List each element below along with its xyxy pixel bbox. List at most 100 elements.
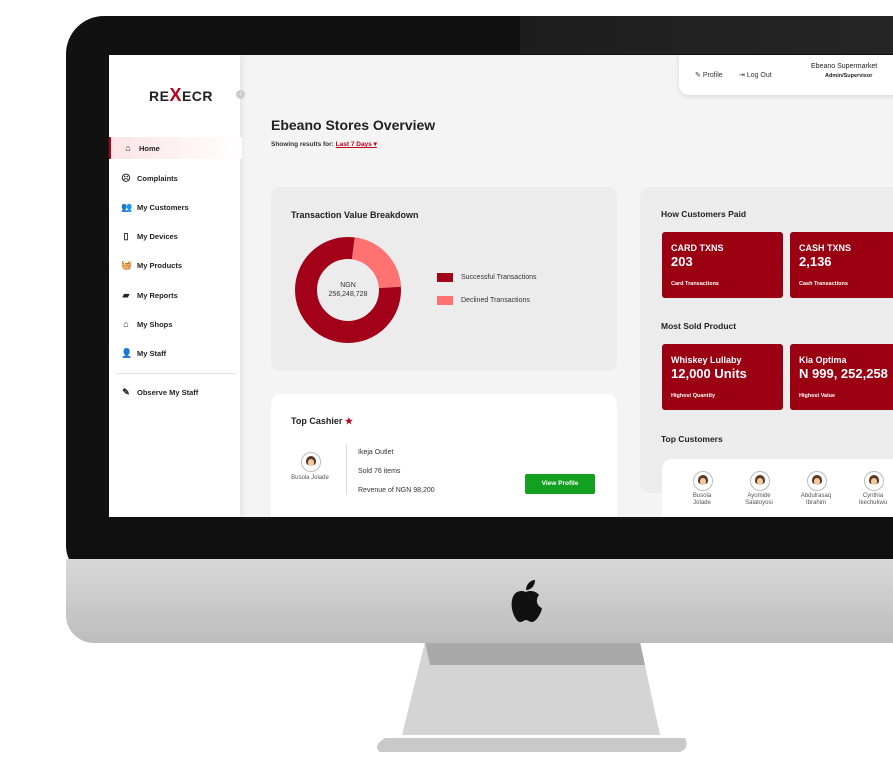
top-cashier-card: Top Cashier ★ Busola Jolade Ikeja Outlet… <box>271 394 617 517</box>
tile-value: 12,000 Units <box>671 366 747 381</box>
avatar <box>807 471 827 491</box>
legend-swatch <box>437 273 453 282</box>
cashier-revenue: Revenue of NGN 98,200 <box>358 487 435 494</box>
donut-center-value: 256,248,728 <box>329 291 368 298</box>
store-name: Ebeano Supermarket <box>811 63 878 70</box>
payments-card: How Customers Paid CARD TXNS 203 Card Tran… <box>640 187 893 493</box>
cashier-outlet: Ikeja Outlet <box>358 449 394 456</box>
sidebar-item-devices[interactable]: ▯ My Devices <box>109 225 240 247</box>
sidebar-item-products[interactable]: 🧺 My Products <box>109 254 240 276</box>
logout-icon: ⇥ <box>739 72 747 79</box>
customer-first-name: Busola <box>692 493 712 499</box>
customer-name: Ayomide Salatoyosi <box>734 493 784 507</box>
reports-icon: ▰ <box>122 289 130 300</box>
user-role: Admin/Supervisor <box>825 73 873 79</box>
sidebar-item-label: My Products <box>137 260 183 270</box>
tile-label: Whiskey Lullaby <box>671 355 742 365</box>
tile-label: Kia Optima <box>799 355 847 365</box>
legend-declined: Declined Transactions <box>437 296 530 305</box>
observe-icon: ✎ <box>122 386 130 397</box>
complaints-icon: ☹ <box>121 172 131 183</box>
sidebar-item-label: My Devices <box>137 231 178 241</box>
card-title: Top Cashier ★ <box>291 416 353 427</box>
legend-label: Declined Transactions <box>461 297 530 304</box>
sidebar-item-shops[interactable]: ⌂ My Shops <box>109 313 240 335</box>
customer-first-name: Cynthia <box>862 493 884 499</box>
donut-chart: NGN 256,248,728 <box>295 237 401 343</box>
legend-label: Successful Transactions <box>461 274 537 281</box>
sidebar-item-observe-staff[interactable]: ✎ Observe My Staff <box>109 381 240 403</box>
divider <box>346 444 347 494</box>
legend-successful: Successful Transactions <box>437 273 536 282</box>
logout-label: Log Out <box>746 72 772 79</box>
profile-label: Profile <box>702 72 723 79</box>
tile-label: CARD TXNS <box>671 243 724 253</box>
profile-link[interactable]: ✎ Profile <box>695 71 723 79</box>
avatar <box>301 452 321 472</box>
sidebar-item-label: Complaints <box>137 173 178 183</box>
tile-caption: Highest Quantity <box>671 393 716 399</box>
sidebar-item-home[interactable]: ⌂ Home <box>109 137 242 159</box>
cashier-items-sold: Sold 76 items <box>358 468 401 475</box>
customers-icon: 👥 <box>121 201 133 212</box>
tile-value: 203 <box>671 254 693 269</box>
tile-label: CASH TXNS <box>799 243 852 253</box>
bezel-reflection <box>520 16 893 54</box>
avatar <box>750 471 770 491</box>
sidebar-item-label: Home <box>139 143 160 153</box>
customer-last-name: Ikechukwu <box>858 500 888 506</box>
how-paid-title: How Customers Paid <box>661 209 747 219</box>
pencil-icon: ✎ <box>695 72 703 79</box>
sidebar-item-staff[interactable]: 👤 My Staff <box>109 342 240 364</box>
sidebar-item-complaints[interactable]: ☹ Complaints <box>109 167 240 189</box>
tile-caption: Highest Value <box>799 393 836 399</box>
card-title: Transaction Value Breakdown <box>291 210 419 220</box>
sidebar-item-label: Observe My Staff <box>137 387 199 397</box>
top-customers-list: Busola Jolade Ayomide Salatoyosi Abdulrasa… <box>662 459 893 517</box>
top-customers-title: Top Customers <box>661 434 723 444</box>
star-icon: ★ <box>344 416 353 426</box>
view-profile-button[interactable]: View Profile <box>525 474 595 494</box>
apple-logo-icon <box>511 580 542 622</box>
customer-name: Cynthia Ikechukwu <box>848 493 893 507</box>
donut-center-currency: NGN <box>340 282 356 289</box>
app-logo: REXECR <box>149 85 214 105</box>
cashier-name: Busola Jolade <box>291 475 329 481</box>
sidebar-divider <box>117 373 235 374</box>
tile-value: 2,136 <box>799 254 832 269</box>
staff-icon: 👤 <box>121 347 133 358</box>
customer-last-name: Salatoyosi <box>745 500 773 506</box>
highest-value-tile: Kia Optima N 999, 252,258 Highest Value <box>790 344 893 410</box>
customer-name: Abdulrasaq Ibrahim <box>791 493 841 507</box>
highest-quantity-tile: Whiskey Lullaby 12,000 Units Highest Quant… <box>662 344 783 410</box>
page-title: Ebeano Stores Overview <box>271 117 436 133</box>
sidebar-item-reports[interactable]: ▰ My Reports <box>109 284 240 306</box>
customer-last-name: Ibrahim <box>805 500 826 506</box>
date-range-dropdown[interactable]: Last 7 Days ▾ <box>336 141 377 148</box>
sidebar-item-label: My Reports <box>137 290 178 300</box>
avatar <box>864 471 884 491</box>
sidebar-item-label: My Shops <box>137 319 173 329</box>
customer-first-name: Ayomide <box>747 493 771 499</box>
avatar <box>693 471 713 491</box>
sidebar-item-label: My Staff <box>137 348 167 358</box>
tile-value: N 999, 252,258 <box>799 366 888 381</box>
shops-icon: ⌂ <box>123 319 129 329</box>
sidebar-item-label: My Customers <box>137 202 189 212</box>
app-screen: REXECR ⌂ Home ☹ Complaints 👥 My Customers ▯… <box>109 55 893 517</box>
tile-caption: Card Transactions <box>671 281 719 287</box>
sidebar-item-customers[interactable]: 👥 My Customers <box>109 196 240 218</box>
devices-icon: ▯ <box>123 230 129 241</box>
filter-label: Showing results for: <box>271 141 334 148</box>
products-icon: 🧺 <box>121 259 133 270</box>
tile-caption: Cash Transactions <box>799 281 848 287</box>
customer-name: Busola Jolade <box>677 493 727 507</box>
sidebar-collapse-icon[interactable]: ‹ <box>236 90 245 99</box>
card-txns-tile: CARD TXNS 203 Card Transactions <box>662 232 783 298</box>
most-sold-title: Most Sold Product <box>661 321 737 331</box>
top-bar: ✎ Profile ⇥ Log Out Ebeano Supermarket A… <box>679 55 893 95</box>
cash-txns-tile: CASH TXNS 2,136 Cash Transactions <box>790 232 893 298</box>
logout-link[interactable]: ⇥ Log Out <box>739 71 772 79</box>
top-cashier-title: Top Cashier <box>291 416 343 426</box>
customer-first-name: Abdulrasaq <box>800 493 832 499</box>
